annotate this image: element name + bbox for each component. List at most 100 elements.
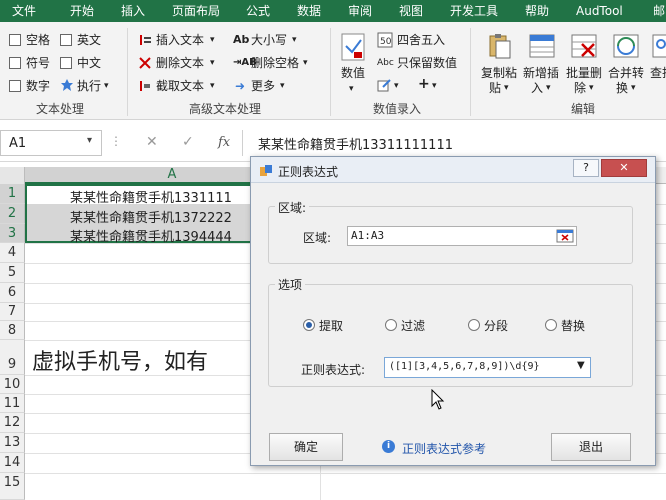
case-icon: Ab [233,33,250,46]
delete-text-button[interactable]: 删除文本 [156,56,204,70]
insert-button-line2: 入 [531,81,544,95]
menu-help[interactable]: 帮助 [525,0,549,22]
row-header-12[interactable]: 12 [0,413,25,433]
group-text-processing: 文本处理 [36,102,85,116]
find-button[interactable]: 查找 [650,66,666,80]
regex-reference-link[interactable]: 正则表达式参考 [402,440,486,457]
merge-convert-button[interactable]: 合并转 [608,66,644,80]
number-button[interactable]: 数值 [341,66,365,80]
range-picker-icon[interactable] [556,229,574,243]
regex-combobox[interactable]: ([1][3,4,5,6,7,8,9])\d{9} ▼ [384,357,591,378]
region-label: 区域: [303,231,332,245]
menu-view[interactable]: 视图 [399,0,423,22]
row-header-13[interactable]: 13 [0,433,25,453]
insert-text-button[interactable]: 插入文本 [156,33,204,47]
checkbox-symbol[interactable] [9,57,21,69]
dialog-close-button[interactable]: ✕ [601,159,647,177]
menu-developer[interactable]: 开发工具 [450,0,498,22]
checkbox-chinese[interactable] [60,57,72,69]
menu-review[interactable]: 审阅 [348,0,372,22]
row-header-8[interactable]: 8 [0,321,25,340]
row-header-10[interactable]: 10 [0,375,25,394]
row-header-5[interactable]: 5 [0,263,25,283]
chevron-down-icon: ▾ [280,81,285,91]
row-header-9[interactable]: 9 [0,340,25,375]
menu-mail[interactable]: 邮 [653,0,665,22]
edit-cell-icon[interactable] [377,78,391,92]
confirm-icon[interactable]: ✓ [182,134,194,150]
trim-space-button[interactable]: 删除空格 [251,56,299,70]
radio-segment[interactable] [468,319,480,331]
row-header-14[interactable]: 14 [0,453,25,473]
chevron-down-icon: ▾ [104,81,109,91]
row-header-11[interactable]: 11 [0,394,25,413]
keep-number-button[interactable]: 只保留数值 [397,56,457,70]
chevron-down-icon[interactable]: ▾ [87,135,92,146]
more-icon: ➜ [235,79,246,93]
row-header-4[interactable]: 4 [0,243,25,263]
cancel-icon[interactable]: ✕ [146,134,158,150]
radio-segment-label[interactable]: 分段 [484,317,508,334]
ribbon-divider [127,28,128,116]
checkbox-digit-label: 数字 [26,79,51,93]
execute-button[interactable]: 执行 [77,79,101,93]
execute-icon[interactable] [60,78,74,92]
dialog-help-button[interactable]: ? [573,159,599,177]
region-input[interactable]: A1:A3 [347,226,577,246]
chevron-down-icon[interactable]: ▼ [577,360,585,371]
case-button[interactable]: 大小写 [251,33,287,47]
radio-filter-label[interactable]: 过滤 [401,317,425,334]
menu-insert[interactable]: 插入 [121,0,145,22]
radio-extract-label[interactable]: 提取 [319,317,343,334]
ribbon-divider [470,28,471,116]
menu-data[interactable]: 数据 [297,0,321,22]
group-advanced-text: 高级文本处理 [189,102,262,116]
formula-divider [242,130,243,156]
dialog-app-icon [260,165,272,176]
batch-delete-button[interactable]: 批量删 [566,66,602,80]
ok-button[interactable]: 确定 [269,433,343,461]
plus-icon[interactable]: + [418,77,430,91]
fx-icon[interactable]: fx [218,135,230,150]
cut-text-button[interactable]: 截取文本 [156,79,204,93]
row-header-1[interactable]: 1 [0,184,25,204]
round-button[interactable]: 四舍五入 [397,33,445,47]
info-icon: i [382,440,395,453]
regex-input[interactable]: ([1][3,4,5,6,7,8,9])\d{9} [389,361,540,372]
batch-delete-button-line2: 除 [574,81,587,95]
menu-home[interactable]: 开始 [70,0,94,22]
row-header-6[interactable]: 6 [0,283,25,303]
row-header-2[interactable]: 2 [0,204,25,224]
radio-filter[interactable] [385,319,397,331]
insert-row-icon [529,34,555,58]
more-dots-icon: ⋮ [110,134,122,148]
name-box[interactable]: A1 ▾ [0,130,102,156]
row-header-7[interactable]: 7 [0,303,25,321]
cell-a3[interactable]: 某某性命籍贯手机1394444 [70,226,232,245]
exit-button[interactable]: 退出 [551,433,631,461]
radio-replace-label[interactable]: 替换 [561,317,585,334]
select-all-corner[interactable] [0,167,25,184]
checkbox-english[interactable] [60,34,72,46]
copy-paste-button[interactable]: 复制粘 [481,66,517,80]
menu-page-layout[interactable]: 页面布局 [172,0,220,22]
cell-a1[interactable]: 某某性命籍贯手机1331111 [70,187,232,206]
keep-number-icon: Abc [377,58,394,68]
checkbox-english-label: 英文 [77,33,102,47]
more-button[interactable]: 更多 [251,79,275,93]
radio-replace[interactable] [545,319,557,331]
menu-audtool[interactable]: AudTool [576,0,623,22]
row-header-3[interactable]: 3 [0,224,25,243]
number-icon[interactable] [340,32,366,62]
radio-extract[interactable] [303,319,315,331]
formula-input[interactable]: 某某性命籍贯手机13311111111 [258,134,453,153]
checkbox-space[interactable] [9,34,21,46]
checkbox-digit[interactable] [9,80,21,92]
region-input-value: A1:A3 [351,229,385,242]
cell-a2[interactable]: 某某性命籍贯手机1372222 [70,207,232,226]
cell-a9[interactable]: 虚拟手机号，如有 [32,344,208,376]
row-header-15[interactable]: 15 [0,473,25,500]
insert-button[interactable]: 新增插 [523,66,559,80]
menu-formulas[interactable]: 公式 [246,0,270,22]
menu-file[interactable]: 文件 [12,0,36,22]
